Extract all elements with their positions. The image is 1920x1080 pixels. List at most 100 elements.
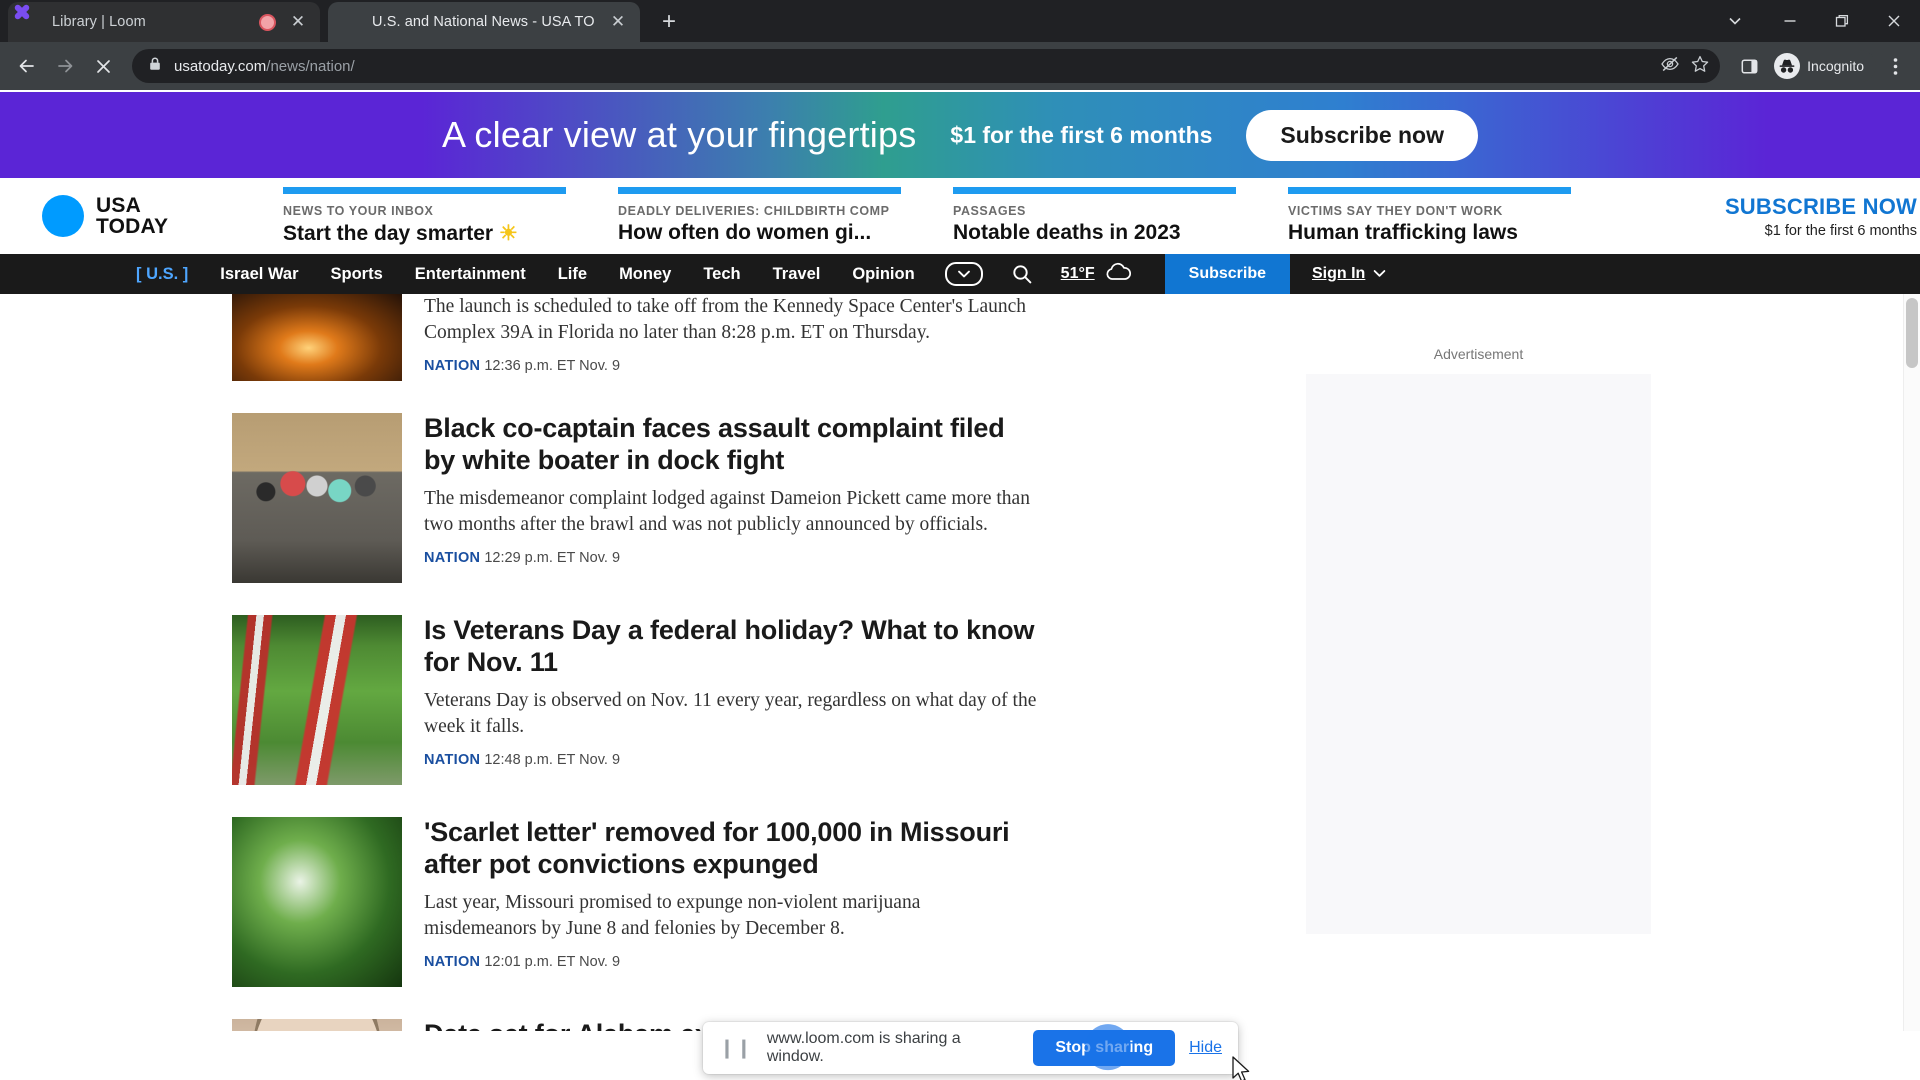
article-item[interactable]: The launch is scheduled to take off from… [232,294,1037,399]
portrait-thumbnail[interactable] [232,1019,402,1031]
eye-slash-icon[interactable] [1660,54,1680,79]
lock-icon[interactable] [148,56,162,77]
nav-item-opinion[interactable]: Opinion [836,265,930,284]
star-icon[interactable] [1690,54,1710,79]
nav-item-entertainment[interactable]: Entertainment [399,265,542,284]
loom-icon [22,12,42,32]
nav-subscribe-button[interactable]: Subscribe [1164,254,1290,294]
tab-title: Library | Loom [52,14,146,30]
sun-emoji-icon: ☀ [498,221,518,245]
accent-bar [953,186,1236,194]
nav-item-travel[interactable]: Travel [757,265,837,284]
masthead-promo-link[interactable]: DEADLY DELIVERIES: CHILDBIRTH COMP How o… [618,186,953,246]
nav-item-tech[interactable]: Tech [687,265,756,284]
tab-strip: Library | Loom ✕ U.S. and National News … [0,0,1920,42]
promo-title: Start the day smarter ☀ [283,221,518,245]
kebab-menu-icon[interactable] [1880,49,1910,83]
article-meta: NATION 12:01 p.m. ET Nov. 9 [424,954,1037,970]
usatoday-logo[interactable]: USA TODAY [28,194,283,238]
nav-item-life[interactable]: Life [542,265,603,284]
back-arrow-icon[interactable] [10,49,44,83]
page-content: The launch is scheduled to take off from… [0,294,1920,1031]
screen-sharing-bar: ❙❙ www.loom.com is sharing a window. Sto… [703,1022,1250,1080]
nav-signin-button[interactable]: Sign In [1290,265,1408,283]
article-meta: NATION 12:36 p.m. ET Nov. 9 [424,358,1037,374]
promo-title: Human trafficking laws [1288,220,1518,244]
profile-label: Incognito [1807,58,1864,74]
weather-temperature: 51°F [1060,265,1095,282]
close-icon[interactable] [1868,0,1920,42]
article-section-tag: NATION [424,752,481,769]
nav-item-us[interactable]: [ U.S. ] [120,265,204,284]
american-flags-thumbnail[interactable] [232,615,402,785]
sharing-message: www.loom.com is sharing a window. [766,1030,961,1065]
masthead-subscribe[interactable]: SUBSCRIBE NOW $1 for the first 6 months [1623,194,1920,239]
subscribe-now-button[interactable]: Subscribe now [1246,109,1478,161]
weather-widget[interactable]: 51°F [1047,262,1149,287]
search-icon[interactable] [997,263,1047,285]
article-timestamp: 12:36 p.m. ET Nov. 9 [484,358,621,375]
tab-close-icon[interactable]: ✕ [286,10,310,34]
browser-tab-usatoday[interactable]: U.S. and National News - USA TO ✕ [328,2,640,42]
article-title[interactable]: 'Scarlet letter' removed for 100,000 in … [424,817,1037,880]
new-tab-button[interactable]: + [652,5,686,39]
browser-toolbar: usatoday.com/news/nation/ Incognito [0,42,1920,90]
article-description: Last year, Missouri promised to expunge … [424,892,921,940]
rocket-launch-thumbnail[interactable] [232,294,402,381]
promo-offer: $1 for the first 6 months [950,121,1213,148]
advertisement-label: Advertisement [1433,346,1524,362]
usatoday-icon [342,12,362,32]
minimize-icon[interactable] [1764,0,1816,42]
chevron-down-icon [944,262,983,286]
scrollbar-thumb[interactable] [1906,298,1918,368]
stop-sharing-button[interactable]: Stop sharing [1033,1024,1250,1080]
stop-loading-icon[interactable] [86,49,120,83]
article-section-tag: NATION [424,550,481,567]
nav-more-button[interactable] [931,262,997,286]
promo-kicker: NEWS TO YOUR INBOX [283,203,434,218]
profile-chip[interactable]: Incognito [1770,50,1876,82]
site-masthead: USA TODAY NEWS TO YOUR INBOX Start the da… [0,178,1920,254]
accent-bar [618,186,901,194]
masthead-promo-link[interactable]: NEWS TO YOUR INBOX Start the day smarter… [283,186,618,246]
tab-close-icon[interactable]: ✕ [606,10,630,34]
browser-window: Library | Loom ✕ U.S. and National News … [0,0,1920,1080]
side-panel-icon[interactable] [1732,49,1766,83]
tab-recording-indicator-icon[interactable] [259,13,276,31]
usatoday-globe-icon [42,195,84,237]
advertisement-slot[interactable] [1306,374,1651,934]
article-title[interactable]: Is Veterans Day a federal holiday? What … [424,615,1037,678]
article-item[interactable]: Is Veterans Day a federal holiday? What … [232,601,1037,803]
hide-link[interactable]: Hide [1189,1039,1222,1057]
forward-arrow-icon[interactable] [48,49,82,83]
pause-icon[interactable]: ❙❙ [719,1037,753,1060]
article-meta: NATION 12:48 p.m. ET Nov. 9 [424,752,1037,768]
window-controls [1706,0,1920,42]
masthead-promo-link[interactable]: PASSAGES Notable deaths in 2023 [953,186,1288,246]
article-timestamp: 12:01 p.m. ET Nov. 9 [484,954,621,971]
article-item[interactable]: Black co-captain faces assault complaint… [232,399,1037,601]
nav-item-israel-war[interactable]: Israel War [204,265,314,284]
restore-icon[interactable] [1816,0,1868,42]
marijuana-plant-thumbnail[interactable] [232,817,402,987]
promo-banner[interactable]: A clear view at your fingertips $1 for t… [0,90,1920,178]
article-title[interactable]: Black co-captain faces assault complaint… [424,413,1037,476]
stop-sharing-label: Stop sharing [1055,1039,1154,1056]
promo-kicker: DEADLY DELIVERIES: CHILDBIRTH COMP [618,203,890,218]
masthead-promo-links: NEWS TO YOUR INBOX Start the day smarter… [283,186,1623,246]
article-timestamp: 12:29 p.m. ET Nov. 9 [484,550,621,567]
article-item[interactable]: 'Scarlet letter' removed for 100,000 in … [232,803,1037,1005]
promo-headline: A clear view at your fingertips [442,114,917,155]
masthead-promo-link[interactable]: VICTIMS SAY THEY DON'T WORK Human traffi… [1288,186,1623,246]
article-section-tag: NATION [424,358,481,375]
incognito-hat-icon [1774,53,1801,79]
nav-item-sports[interactable]: Sports [315,265,399,284]
promo-title: How often do women gi... [618,220,872,244]
nav-item-money[interactable]: Money [603,265,687,284]
address-bar[interactable]: usatoday.com/news/nation/ [132,49,1721,83]
chevron-down-icon[interactable] [1706,0,1764,42]
dock-fight-thumbnail[interactable] [232,413,402,583]
page-scrollbar[interactable] [1903,294,1920,1031]
browser-tab-loom[interactable]: Library | Loom ✕ [8,2,320,42]
url-text: usatoday.com/news/nation/ [174,57,355,75]
